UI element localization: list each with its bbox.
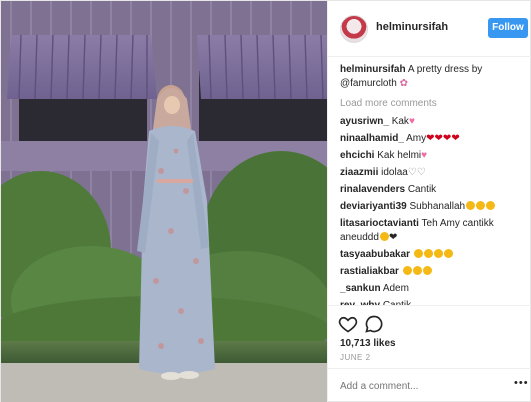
grin-emoji-icon	[413, 249, 423, 258]
comment-username[interactable]: litasarioctavianti	[340, 218, 419, 229]
comment-row: tasyaabubakar	[340, 248, 526, 262]
comment-row: _sankun Adem	[340, 282, 526, 296]
photo-illustration	[1, 1, 327, 402]
comment-username[interactable]: ehcichi	[340, 150, 374, 161]
comment-text: Subhanallah	[409, 201, 466, 212]
red-heart-emoji-icon: ❤	[451, 133, 460, 144]
avatar[interactable]	[340, 15, 368, 43]
comment-row: rinalavenders Cantik	[340, 183, 526, 197]
post-sidebar: helminursifah Follow helminursifah A pre…	[327, 1, 531, 402]
caption-username[interactable]: helminursifah	[340, 64, 406, 75]
likes-count[interactable]: 10,713 likes	[340, 338, 396, 349]
red-heart-emoji-icon: ❤	[434, 133, 443, 144]
comment-text: Kak helmi	[377, 150, 422, 161]
comment-username[interactable]: rinalavenders	[340, 184, 405, 195]
flower-emoji-icon: ✿	[399, 78, 409, 89]
comment-username[interactable]: ninaalhamid_	[340, 133, 404, 144]
comment-row: ninaalhamid_ Amy❤❤❤❤	[340, 132, 526, 146]
caption: helminursifah A pretty dress by @famurcl…	[340, 63, 526, 91]
grin-emoji-icon	[412, 266, 422, 275]
comment-row: rastialiakbar	[340, 265, 526, 279]
grin-emoji-icon	[423, 249, 433, 258]
grin-emoji-icon	[433, 249, 443, 258]
comment-rows: ayusriwn_ Kak♥ ninaalhamid_ Amy❤❤❤❤ ehcich…	[340, 115, 526, 305]
white-heart-emoji-icon: ♡	[416, 167, 426, 178]
comment-username[interactable]: _sankun	[340, 283, 381, 294]
grin-emoji-icon	[402, 266, 412, 275]
grin-emoji-icon	[422, 266, 432, 275]
comment-text: Amy	[406, 133, 427, 144]
post-photo[interactable]	[1, 1, 327, 402]
comment-row: ziaazmii idolaa♡♡	[340, 166, 526, 180]
comment-username[interactable]: rastialiakbar	[340, 266, 399, 277]
white-heart-emoji-icon: ♡	[407, 167, 417, 178]
comment-text: Adem	[382, 283, 409, 294]
load-more-comments-link[interactable]: Load more comments	[340, 98, 526, 110]
comments-list[interactable]: helminursifah A pretty dress by @famurcl…	[340, 63, 526, 305]
grin-emoji-icon	[443, 249, 453, 258]
comment-text: Kak	[391, 116, 409, 127]
comment-username[interactable]: deviariyanti39	[340, 201, 407, 212]
more-options-icon[interactable]: •••	[514, 377, 529, 389]
comment-bubble-icon[interactable]	[364, 314, 384, 334]
comment-username[interactable]: tasyaabubakar	[340, 249, 410, 260]
grin-emoji-icon	[476, 201, 486, 210]
follow-button[interactable]: Follow	[488, 18, 528, 38]
comment-text: idolaa	[381, 167, 408, 178]
comment-row: litasarioctavianti Teh Amy cantikk aneud…	[340, 217, 526, 245]
comment-text: Cantik	[407, 184, 437, 195]
grin-emoji-icon	[486, 201, 496, 210]
add-comment-bar: •••	[328, 368, 531, 402]
post-date: JUNE 2	[340, 353, 371, 362]
black-heart-emoji-icon: ❤	[388, 232, 398, 243]
pink-heart-emoji-icon: ♥	[421, 150, 428, 161]
instagram-post: helminursifah Follow helminursifah A pre…	[0, 0, 531, 402]
post-header: helminursifah Follow	[328, 1, 531, 57]
comment-row: ayusriwn_ Kak♥	[340, 115, 526, 129]
add-comment-input[interactable]	[340, 379, 500, 393]
like-heart-icon[interactable]	[338, 314, 358, 334]
grin-emoji-icon	[466, 201, 476, 210]
comment-row: ehcichi Kak helmi♥	[340, 149, 526, 163]
red-heart-emoji-icon: ❤	[426, 133, 435, 144]
comment-username[interactable]: ayusriwn_	[340, 116, 389, 127]
pink-heart-emoji-icon: ♥	[408, 116, 415, 127]
comment-username[interactable]: ziaazmii	[340, 167, 378, 178]
header-username[interactable]: helminursifah	[376, 21, 448, 33]
post-actions: 10,713 likes JUNE 2 •••	[328, 305, 531, 402]
comment-row: deviariyanti39 Subhanallah	[340, 200, 526, 214]
grin-emoji-icon	[379, 232, 389, 241]
